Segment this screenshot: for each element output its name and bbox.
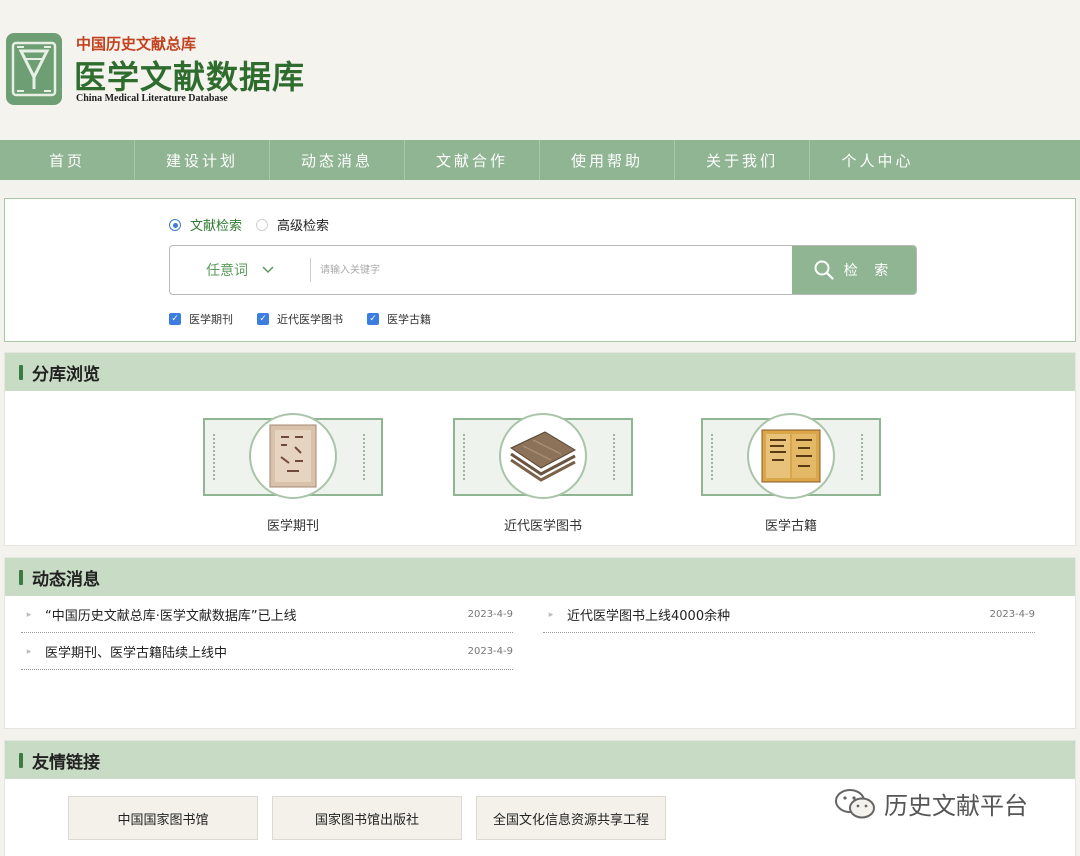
link-nlc-press[interactable]: 国家图书馆出版社 xyxy=(272,796,462,840)
nav-item-cooperation[interactable]: 文献合作 xyxy=(405,140,540,180)
search-box: 任意词 检 索 xyxy=(169,245,917,295)
radio-unselected-icon[interactable] xyxy=(256,218,269,231)
search-mode-basic-label[interactable]: 文献检索 xyxy=(190,215,242,234)
radio-selected-icon[interactable] xyxy=(169,218,181,231)
news-title[interactable]: 近代医学图书上线4000余种 xyxy=(567,605,990,624)
search-scope-value[interactable]: 任意词 xyxy=(206,260,248,280)
library-card-ancient-books[interactable]: 医学古籍 xyxy=(701,413,881,534)
search-button[interactable]: 检 索 xyxy=(792,246,916,294)
news-date: 2023-4-9 xyxy=(467,646,513,657)
news-date: 2023-4-9 xyxy=(467,609,513,620)
scope-divider xyxy=(310,258,311,282)
section-title: 分库浏览 xyxy=(32,364,100,385)
nav-item-about[interactable]: 关于我们 xyxy=(675,140,810,180)
nav-item-help[interactable]: 使用帮助 xyxy=(540,140,675,180)
news-title[interactable]: “中国历史文献总库·医学文献数据库”已上线 xyxy=(45,605,468,624)
section-marker xyxy=(19,752,23,768)
journal-cover-image[interactable] xyxy=(249,413,337,499)
library-card-label[interactable]: 医学期刊 xyxy=(203,515,383,534)
filter-journals[interactable]: ✓ 医学期刊 xyxy=(169,311,233,327)
filter-ancient-books-label[interactable]: 医学古籍 xyxy=(387,311,431,327)
checkbox-checked-icon[interactable]: ✓ xyxy=(367,313,379,325)
library-card-label[interactable]: 近代医学图书 xyxy=(453,515,633,534)
section-title: 动态消息 xyxy=(32,569,100,590)
nav-item-personal-center[interactable]: 个人中心 xyxy=(810,140,945,180)
ancient-book-image[interactable] xyxy=(747,413,835,499)
search-mode-advanced-label[interactable]: 高级检索 xyxy=(277,215,329,234)
section-title: 友情链接 xyxy=(32,752,100,773)
caret-right-icon: ▸ xyxy=(548,609,554,620)
library-browse-section: 分库浏览 医学期刊 近代医学图书 医学古籍 xyxy=(4,352,1076,546)
news-item[interactable]: ▸ “中国历史文献总库·医学文献数据库”已上线 2023-4-9 xyxy=(21,597,513,633)
caret-right-icon: ▸ xyxy=(26,609,32,620)
logo-icon[interactable] xyxy=(6,33,62,105)
checkbox-checked-icon[interactable]: ✓ xyxy=(169,313,181,325)
section-header: 动态消息 xyxy=(5,558,1075,596)
section-marker xyxy=(19,364,23,380)
filter-journals-label[interactable]: 医学期刊 xyxy=(189,311,233,327)
section-header: 友情链接 xyxy=(5,741,1075,779)
section-header: 分库浏览 xyxy=(5,353,1075,391)
library-card-journals[interactable]: 医学期刊 xyxy=(203,413,383,534)
chevron-down-icon[interactable] xyxy=(262,266,274,274)
filter-ancient-books[interactable]: ✓ 医学古籍 xyxy=(367,311,431,327)
nav-item-home[interactable]: 首页 xyxy=(0,140,135,180)
site-header: 中国历史文献总库 医学文献数据库 China Medical Literatur… xyxy=(0,0,1080,140)
search-button-label: 检 索 xyxy=(843,263,895,279)
search-mode-advanced[interactable]: 高级检索 xyxy=(256,215,329,234)
news-title[interactable]: 医学期刊、医学古籍陆续上线中 xyxy=(45,642,468,661)
search-icon xyxy=(814,260,834,280)
news-date: 2023-4-9 xyxy=(989,609,1035,620)
books-stack-image[interactable] xyxy=(499,413,587,499)
library-card-label[interactable]: 医学古籍 xyxy=(701,515,881,534)
filter-modern-books-label[interactable]: 近代医学图书 xyxy=(277,311,343,327)
watermark: 历史文献平台 xyxy=(834,786,1028,821)
watermark-text: 历史文献平台 xyxy=(884,792,1028,820)
wechat-icon xyxy=(835,788,875,818)
logo-title[interactable]: 医学文献数据库 xyxy=(74,52,305,98)
search-panel: 文献检索 高级检索 任意词 检 索 ✓ 医学期刊 ✓ xyxy=(4,198,1076,342)
link-national-library[interactable]: 中国国家图书馆 xyxy=(68,796,258,840)
search-filter-group: ✓ 医学期刊 ✓ 近代医学图书 ✓ 医学古籍 xyxy=(169,311,431,327)
nav-item-news[interactable]: 动态消息 xyxy=(270,140,405,180)
section-marker xyxy=(19,569,23,585)
filter-modern-books[interactable]: ✓ 近代医学图书 xyxy=(257,311,343,327)
library-card-modern-books[interactable]: 近代医学图书 xyxy=(453,413,633,534)
logo-title-en: China Medical Literature Database xyxy=(76,93,228,104)
search-scope-select[interactable]: 任意词 xyxy=(170,246,310,294)
news-item[interactable]: ▸ 医学期刊、医学古籍陆续上线中 2023-4-9 xyxy=(21,634,513,670)
checkbox-checked-icon[interactable]: ✓ xyxy=(257,313,269,325)
search-mode-basic[interactable]: 文献检索 xyxy=(169,215,242,234)
news-item[interactable]: ▸ 近代医学图书上线4000余种 2023-4-9 xyxy=(543,597,1035,633)
news-section: 动态消息 ▸ “中国历史文献总库·医学文献数据库”已上线 2023-4-9 ▸ … xyxy=(4,557,1076,729)
search-input[interactable] xyxy=(320,246,788,294)
link-culture-sharing-project[interactable]: 全国文化信息资源共享工程 xyxy=(476,796,666,840)
search-mode-group: 文献检索 高级检索 xyxy=(169,215,329,234)
caret-right-icon: ▸ xyxy=(26,646,32,657)
nav-item-construction-plan[interactable]: 建设计划 xyxy=(135,140,270,180)
main-nav: 首页 建设计划 动态消息 文献合作 使用帮助 关于我们 个人中心 xyxy=(0,140,1080,180)
logo-subtitle: 中国历史文献总库 xyxy=(76,35,197,53)
